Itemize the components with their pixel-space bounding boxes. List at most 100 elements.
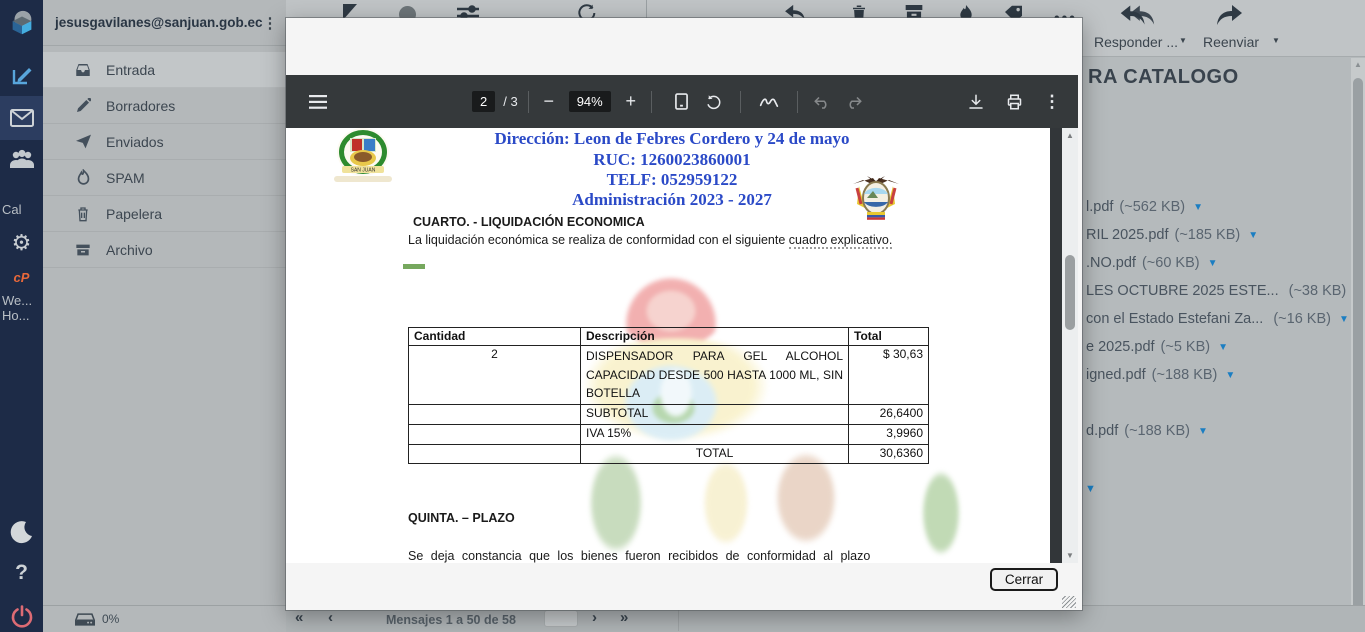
attachment-item[interactable]: con el Estado Estefani Za...(~16 KB)▼ — [1086, 311, 1349, 327]
pdf-scroll-up-icon[interactable]: ▲ — [1066, 131, 1074, 140]
zoom-in-icon[interactable]: + — [615, 86, 647, 118]
download-icon[interactable] — [960, 86, 992, 118]
attachment-item[interactable]: d.pdf(~188 KB)▼ — [1086, 423, 1208, 439]
col-header-cantidad: Cantidad — [409, 328, 581, 346]
pagination-status: Mensajes 1 a 50 de 58 — [386, 613, 516, 627]
attachment-name: con el Estado Estefani Za... — [1086, 311, 1263, 327]
flame-icon — [73, 169, 93, 186]
doc-ruc-line: RUC: 1260023860001 — [322, 150, 1022, 170]
archive-box-icon — [73, 243, 93, 257]
pdf-viewport[interactable]: SAN JUAN — [286, 128, 1078, 563]
reply-caret-icon[interactable]: ▼ — [1179, 36, 1187, 45]
contacts-nav-button[interactable] — [0, 143, 43, 175]
folder-panel: jesusgavilanes@sanjuan.gob.ec ⋮ Entrada … — [43, 0, 286, 632]
pdf-scroll-down-icon[interactable]: ▼ — [1066, 551, 1074, 560]
pdf-scrollbar-thumb[interactable] — [1065, 255, 1075, 330]
pdf-page-input[interactable]: 2 — [472, 91, 495, 112]
pdf-zoom-level[interactable]: 94% — [569, 91, 611, 112]
cell-iva-value: 3,9960 — [849, 424, 929, 444]
attachment-menu-icon[interactable]: ▼ — [1193, 202, 1203, 213]
storage-footer: 0% — [43, 605, 286, 632]
cell-item-total: $ 30,63 — [849, 346, 929, 405]
storage-percent: 0% — [102, 612, 119, 626]
sidebar-item-borradores[interactable]: Borradores — [43, 88, 286, 124]
fit-page-icon[interactable] — [666, 86, 698, 118]
attachment-menu-icon[interactable]: ▼ — [1218, 342, 1228, 353]
doc-admin-line: Administración 2023 - 2027 — [322, 190, 1022, 210]
sidebar-item-archivo[interactable]: Archivo — [43, 232, 286, 268]
message-subject: RA CATALOGO — [1088, 66, 1239, 89]
rotate-icon[interactable] — [698, 86, 730, 118]
col-header-descripcion: Descripción — [581, 328, 849, 346]
first-page-icon[interactable]: « — [295, 609, 303, 626]
message-scrollbar[interactable]: ▲ ▼ — [1351, 58, 1365, 632]
dark-mode-moon-icon[interactable] — [0, 516, 43, 548]
pdf-scrollbar[interactable]: ▲ ▼ — [1062, 128, 1078, 563]
next-page-icon[interactable]: › — [592, 609, 597, 626]
folder-label: Enviados — [106, 134, 164, 150]
attachment-item[interactable]: LES OCTUBRE 2025 ESTE...(~38 KB)▼ — [1086, 283, 1364, 299]
attachment-menu-icon[interactable]: ▼ — [1208, 258, 1218, 269]
cell-subtotal-value: 26,6400 — [849, 404, 929, 424]
folder-label: Borradores — [106, 98, 175, 114]
prev-page-icon[interactable]: ‹ — [328, 609, 333, 626]
pdf-toolbar: 2 / 3 − 94% + — [286, 75, 1078, 128]
cpanel-icon[interactable]: cP — [0, 268, 43, 286]
zoom-out-icon[interactable]: − — [533, 86, 565, 118]
green-highlight-mark — [403, 264, 425, 269]
folder-label: SPAM — [106, 170, 145, 186]
attachment-menu-icon[interactable]: ▼ — [1248, 230, 1258, 241]
forward-caret-icon[interactable]: ▼ — [1272, 36, 1280, 45]
attachment-item[interactable]: igned.pdf(~188 KB)▼ — [1086, 367, 1235, 383]
scroll-up-icon[interactable]: ▲ — [1354, 60, 1362, 69]
pdf-page: SAN JUAN — [286, 128, 1050, 563]
calendar-nav-label[interactable]: Cal — [0, 200, 43, 218]
account-email: jesusgavilanes@sanjuan.gob.ec — [43, 15, 263, 30]
attachment-size: (~60 KB) — [1142, 255, 1200, 271]
annotate-pen-icon[interactable] — [753, 86, 785, 118]
app-logo-icon — [0, 6, 43, 40]
sidebar-item-spam[interactable]: SPAM — [43, 160, 286, 196]
pdf-more-icon[interactable]: ⋮ — [1036, 86, 1068, 118]
resize-handle[interactable] — [1062, 596, 1076, 608]
compose-button[interactable] — [0, 58, 43, 92]
doc-section5-title: QUINTA. – PLAZO — [408, 511, 515, 525]
expand-quoted-toggle[interactable]: ▼ — [1085, 481, 1096, 497]
sidebar-item-papelera[interactable]: Papelera — [43, 196, 286, 232]
webhost-label-1: We... — [0, 292, 43, 308]
attachment-menu-icon[interactable]: ▼ — [1198, 426, 1208, 437]
account-menu-icon[interactable]: ⋮ — [263, 14, 288, 32]
attachment-item[interactable]: .NO.pdf(~60 KB)▼ — [1086, 255, 1218, 271]
last-page-icon[interactable]: » — [620, 609, 628, 626]
reply-all-button[interactable]: Responder ... — [1091, 3, 1181, 50]
attachment-item[interactable]: e 2025.pdf(~5 KB)▼ — [1086, 339, 1228, 355]
sidebar-item-entrada[interactable]: Entrada — [43, 52, 286, 88]
page-input[interactable] — [544, 610, 578, 627]
help-icon[interactable]: ? — [0, 558, 43, 588]
pdf-menu-icon[interactable] — [302, 86, 334, 118]
logout-power-icon[interactable] — [0, 600, 43, 632]
attachment-item[interactable]: RIL 2025.pdf(~185 KB)▼ — [1086, 227, 1258, 243]
settings-gear-icon[interactable]: ⚙ — [0, 228, 43, 258]
folder-label: Entrada — [106, 62, 155, 78]
attachment-menu-icon[interactable]: ▼ — [1225, 370, 1235, 381]
left-rail: Cal ⚙ cP We... Ho... ? — [0, 0, 43, 632]
attachment-size: (~188 KB) — [1124, 423, 1190, 439]
reply-all-label: Responder ... — [1094, 34, 1178, 50]
sidebar-item-enviados[interactable]: Enviados — [43, 124, 286, 160]
cell-subtotal-label: SUBTOTAL — [581, 404, 849, 424]
close-modal-button[interactable]: Cerrar — [990, 568, 1058, 591]
account-header[interactable]: jesusgavilanes@sanjuan.gob.ec ⋮ — [43, 0, 286, 46]
forward-button[interactable]: Reenviar — [1191, 3, 1271, 50]
attachment-name: RIL 2025.pdf — [1086, 227, 1169, 243]
print-icon[interactable] — [998, 86, 1030, 118]
doc-section4-body: La liquidación económica se realiza de c… — [408, 233, 892, 247]
expand-caret-icon[interactable]: ▼ — [1085, 483, 1096, 495]
attachment-item[interactable]: l.pdf(~562 KB)▼ — [1086, 199, 1203, 215]
mail-nav-button[interactable] — [0, 96, 43, 140]
storage-icon — [75, 613, 95, 626]
attachment-name: igned.pdf — [1086, 367, 1146, 383]
doc-section5-body: Se deja constancia que los bienes fueron… — [408, 549, 870, 563]
attachment-menu-icon[interactable]: ▼ — [1339, 314, 1349, 325]
scrollbar-thumb[interactable] — [1353, 78, 1363, 618]
